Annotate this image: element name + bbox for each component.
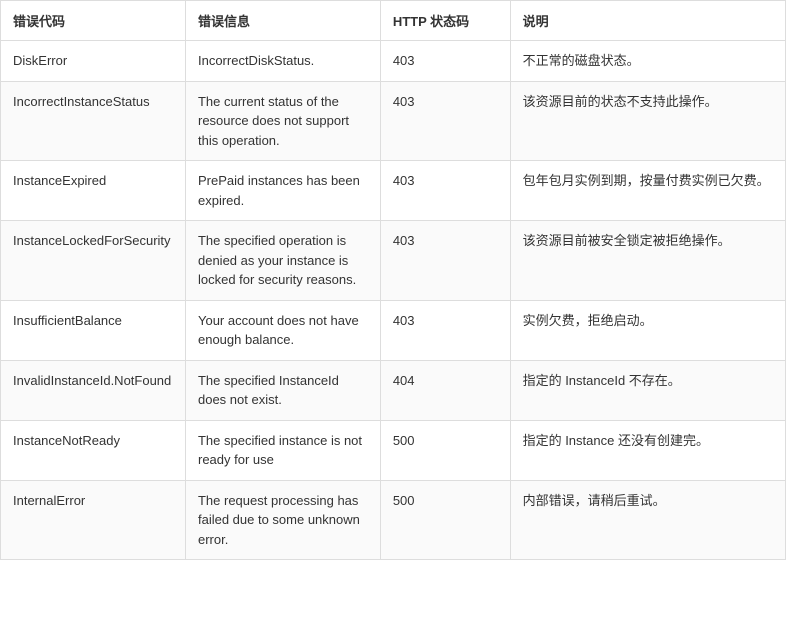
cell-desc: 该资源目前的状态不支持此操作。 — [510, 81, 785, 161]
cell-desc: 该资源目前被安全锁定被拒绝操作。 — [510, 221, 785, 301]
cell-http: 403 — [380, 300, 510, 360]
cell-code: InstanceLockedForSecurity — [1, 221, 186, 301]
table-row: InstanceLockedForSecurityThe specified o… — [1, 221, 786, 301]
cell-desc: 内部错误，请稍后重试。 — [510, 480, 785, 560]
cell-code: IncorrectInstanceStatus — [1, 81, 186, 161]
cell-desc: 包年包月实例到期，按量付费实例已欠费。 — [510, 161, 785, 221]
table-row: InvalidInstanceId.NotFoundThe specified … — [1, 360, 786, 420]
cell-message: The current status of the resource does … — [185, 81, 380, 161]
header-desc: 说明 — [510, 1, 785, 41]
table-row: InstanceExpiredPrePaid instances has bee… — [1, 161, 786, 221]
cell-desc: 不正常的磁盘状态。 — [510, 41, 785, 82]
table-row: DiskErrorIncorrectDiskStatus.403不正常的磁盘状态… — [1, 41, 786, 82]
cell-http: 403 — [380, 81, 510, 161]
cell-message: PrePaid instances has been expired. — [185, 161, 380, 221]
table-row: InsufficientBalanceYour account does not… — [1, 300, 786, 360]
cell-message: The specified instance is not ready for … — [185, 420, 380, 480]
cell-http: 403 — [380, 221, 510, 301]
table-header-row: 错误代码 错误信息 HTTP 状态码 说明 — [1, 1, 786, 41]
header-message: 错误信息 — [185, 1, 380, 41]
cell-code: InternalError — [1, 480, 186, 560]
cell-http: 403 — [380, 41, 510, 82]
cell-message: IncorrectDiskStatus. — [185, 41, 380, 82]
cell-code: InvalidInstanceId.NotFound — [1, 360, 186, 420]
cell-desc: 指定的 InstanceId 不存在。 — [510, 360, 785, 420]
table-row: IncorrectInstanceStatusThe current statu… — [1, 81, 786, 161]
table-row: InternalErrorThe request processing has … — [1, 480, 786, 560]
cell-http: 500 — [380, 420, 510, 480]
error-codes-table: 错误代码 错误信息 HTTP 状态码 说明 DiskErrorIncorrect… — [0, 0, 786, 560]
header-code: 错误代码 — [1, 1, 186, 41]
cell-message: The request processing has failed due to… — [185, 480, 380, 560]
cell-http: 403 — [380, 161, 510, 221]
cell-code: DiskError — [1, 41, 186, 82]
cell-desc: 指定的 Instance 还没有创建完。 — [510, 420, 785, 480]
cell-http: 404 — [380, 360, 510, 420]
cell-message: The specified operation is denied as you… — [185, 221, 380, 301]
cell-code: InsufficientBalance — [1, 300, 186, 360]
error-codes-table-container: 错误代码 错误信息 HTTP 状态码 说明 DiskErrorIncorrect… — [0, 0, 786, 560]
header-http: HTTP 状态码 — [380, 1, 510, 41]
cell-http: 500 — [380, 480, 510, 560]
cell-message: Your account does not have enough balanc… — [185, 300, 380, 360]
table-row: InstanceNotReadyThe specified instance i… — [1, 420, 786, 480]
cell-code: InstanceNotReady — [1, 420, 186, 480]
cell-code: InstanceExpired — [1, 161, 186, 221]
cell-message: The specified InstanceId does not exist. — [185, 360, 380, 420]
cell-desc: 实例欠费，拒绝启动。 — [510, 300, 785, 360]
